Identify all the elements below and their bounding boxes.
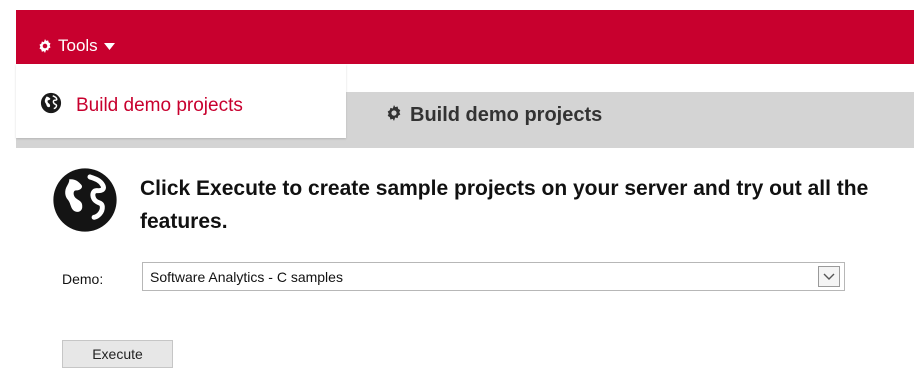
demo-select-value: Software Analytics - C samples — [150, 268, 343, 285]
gear-icon — [386, 104, 402, 127]
page-title: Build demo projects — [386, 104, 602, 127]
tools-menu-button[interactable]: Tools — [38, 36, 115, 56]
chevron-down-icon[interactable] — [818, 266, 840, 287]
menu-item-label: Build demo projects — [76, 94, 243, 116]
globe-icon — [40, 92, 62, 119]
menu-item-build-demo-projects[interactable]: Build demo projects — [40, 92, 243, 119]
globe-icon — [52, 167, 118, 238]
tools-menu-label: Tools — [58, 36, 98, 55]
instructions-text: Click Execute to create sample projects … — [140, 177, 869, 233]
demo-label: Demo: — [62, 271, 104, 287]
header-bar — [16, 10, 914, 64]
execute-button[interactable]: Execute — [62, 340, 173, 368]
caret-down-icon — [103, 42, 115, 50]
gear-icon — [38, 39, 52, 53]
execute-button-label: Execute — [92, 346, 143, 362]
demo-select[interactable]: Software Analytics - C samples — [142, 262, 845, 291]
tools-dropdown-menu: Build demo projects — [16, 64, 346, 138]
page-title-text: Build demo projects — [410, 104, 603, 126]
